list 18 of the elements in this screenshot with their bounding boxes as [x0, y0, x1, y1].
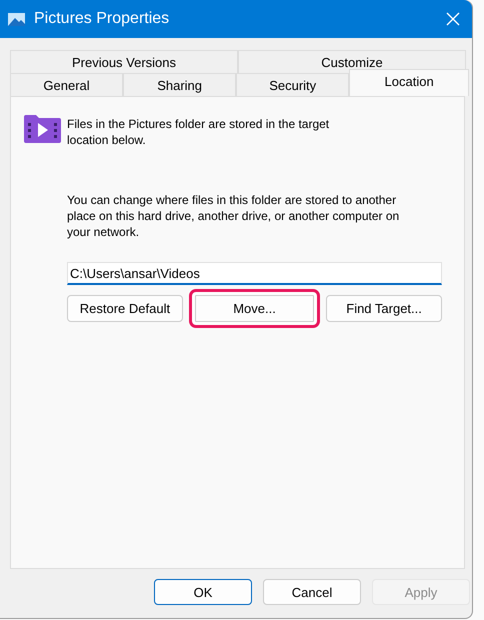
location-button[interactable]: Move... — [188, 289, 320, 328]
dialog-button[interactable]: Cancel — [263, 579, 361, 605]
location-button[interactable]: Find Target... — [326, 295, 442, 322]
tab[interactable]: Previous Versions — [10, 50, 238, 73]
description-text: Files in the Pictures folder are stored in the target location below. — [67, 116, 330, 148]
tab[interactable]: Sharing — [123, 73, 236, 96]
tab[interactable]: Customize — [238, 50, 466, 73]
dialog-button[interactable]: OK — [154, 579, 252, 605]
video-folder-icon — [24, 114, 61, 143]
tab[interactable]: Location — [349, 69, 469, 96]
info-text: You can change where files in this folder are stored to another place on this hard drive, another drive, or another computer on your network. — [67, 192, 400, 240]
close-icon[interactable] — [446, 12, 460, 26]
location-button[interactable]: Restore Default — [67, 295, 183, 322]
window-title: Pictures Properties — [34, 10, 170, 28]
tab[interactable]: Security — [236, 73, 350, 96]
pictures-icon — [8, 12, 25, 26]
path-field[interactable]: C:\Users\ansar\Videos — [67, 262, 442, 285]
tab[interactable]: General — [10, 73, 124, 96]
